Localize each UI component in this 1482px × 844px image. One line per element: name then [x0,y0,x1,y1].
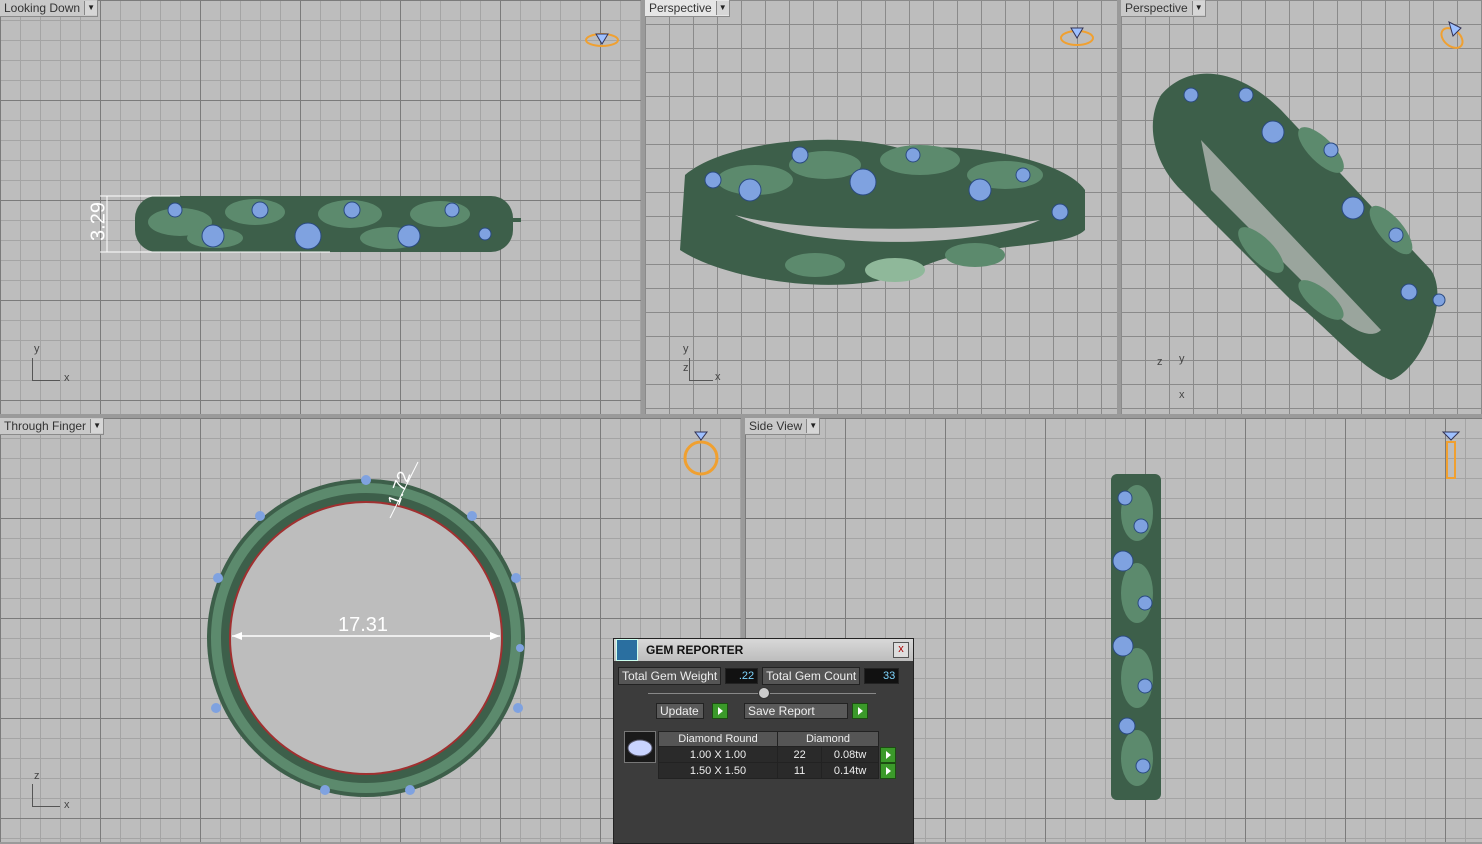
viewport-looking-down[interactable]: Looking Down ▼ 3.29 y x [0,0,641,414]
diamond-icon[interactable] [1059,24,1095,48]
total-gem-weight-label: Total Gem Weight [618,667,722,685]
gem-table: Diamond Round Diamond 1.00 X 1.00 22 0.0… [658,731,897,779]
table-row: 1.00 X 1.00 22 0.08tw [658,746,897,763]
viewport-perspective-front[interactable]: Perspective ▼ y z x [645,0,1117,414]
gem-type-icon [624,731,656,763]
ring-icon[interactable] [682,428,720,478]
dimension-height: 3.29 [87,202,110,241]
diamond-icon[interactable] [584,30,620,48]
axis-x-label: x [64,799,70,811]
axis-x-label: x [64,372,70,384]
row-go-icon[interactable] [880,746,896,763]
gem-reporter-titlebar[interactable]: GEM REPORTER x [614,639,913,661]
close-button[interactable]: x [893,642,909,658]
save-report-button[interactable]: Save Report [744,703,848,719]
save-report-go-icon[interactable] [852,703,868,719]
collapse-icon[interactable] [758,687,770,699]
row-count: 11 [776,762,823,779]
row-weight: 0.14tw [821,762,879,779]
ring-perspective-view [680,139,1085,285]
table-header-shape: Diamond Round [658,731,778,747]
table-row: 1.50 X 1.50 11 0.14tw [658,762,897,779]
total-gem-count-value: 33 [864,668,900,684]
dimension-inner-diameter: 17.31 [338,614,389,636]
table-header-material: Diamond [777,731,879,747]
axis-z-label: z [683,362,689,374]
axis-y-label: y [683,343,689,355]
axis-y-label: y [34,343,40,355]
ring-iso-view [1152,73,1446,380]
row-go-icon[interactable] [880,762,896,779]
update-button[interactable]: Update [656,703,704,719]
total-gem-weight-value: .22 [725,668,759,684]
axis-z-label: z [1157,356,1163,368]
gem-reporter-panel[interactable]: GEM REPORTER x Total Gem Weight .22 Tota… [613,638,914,844]
gem-reporter-logo-icon [616,639,638,661]
diamond-icon[interactable] [1435,18,1469,52]
row-weight: 0.08tw [821,746,879,763]
row-size: 1.50 X 1.50 [658,762,778,779]
viewport-perspective-iso[interactable]: Perspective ▼ z y x [1121,0,1482,414]
ring-side-icon[interactable] [1441,426,1461,480]
axis-x-label: x [1179,389,1185,401]
axis-y-label: y [1179,353,1185,365]
row-count: 22 [776,746,823,763]
gem-reporter-title: GEM REPORTER [646,643,744,657]
update-go-icon[interactable] [712,703,728,719]
total-gem-count-label: Total Gem Count [762,667,861,685]
axis-z-label: z [34,770,40,782]
axis-x-label: x [715,371,721,383]
row-size: 1.00 X 1.00 [658,746,778,763]
